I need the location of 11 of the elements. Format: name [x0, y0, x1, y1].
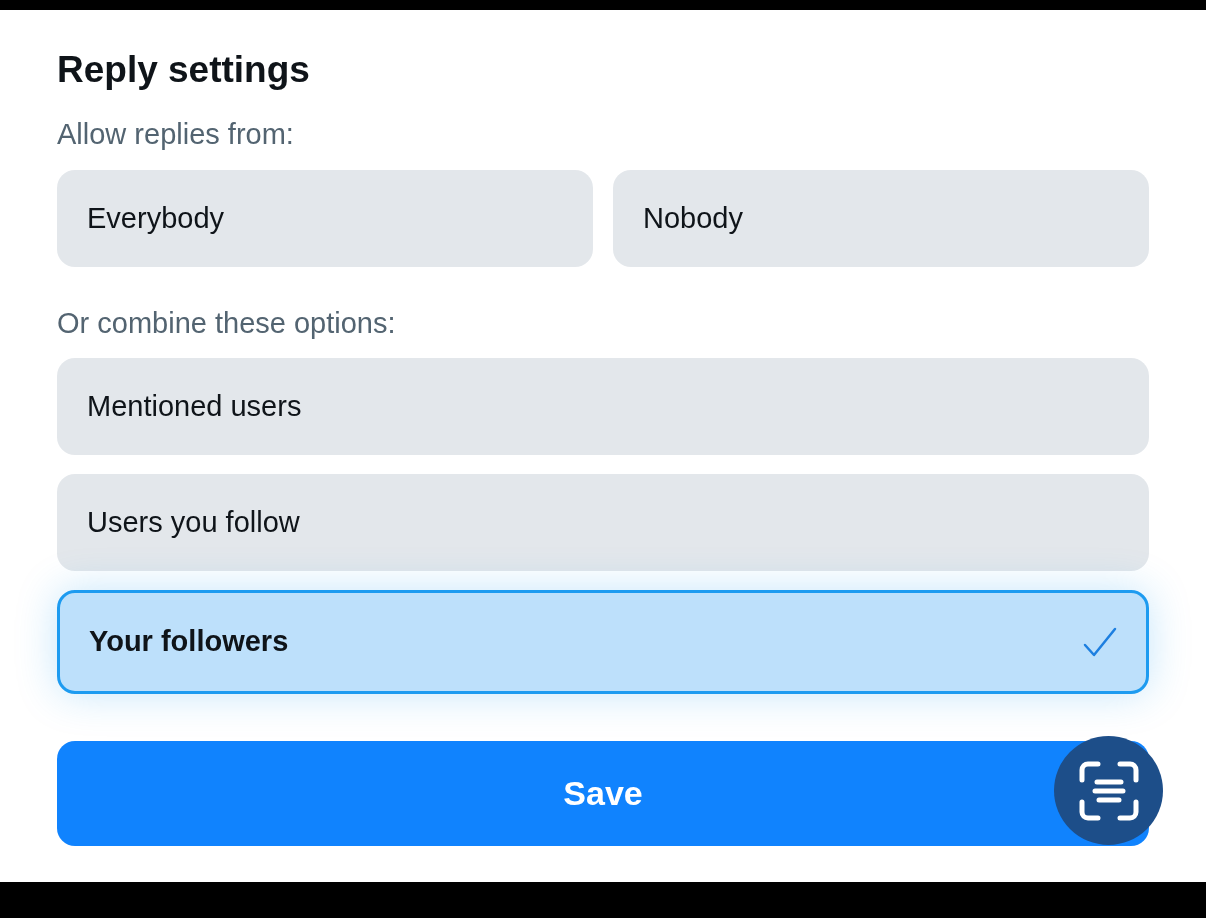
reply-option[interactable]: Everybody — [57, 170, 593, 267]
dialog-title: Reply settings — [57, 48, 310, 92]
reply-option[interactable]: Mentioned users — [57, 358, 1149, 455]
scan-text-icon — [1077, 759, 1140, 822]
reply-option[interactable]: Nobody — [613, 170, 1149, 267]
save-button[interactable]: Save — [57, 741, 1149, 846]
section-label: Allow replies from: — [57, 117, 294, 152]
reply-option[interactable]: Users you follow — [57, 474, 1149, 571]
section-label: Or combine these options: — [57, 306, 396, 341]
check-icon — [1083, 627, 1117, 657]
reply-option[interactable]: Your followers — [57, 590, 1149, 694]
